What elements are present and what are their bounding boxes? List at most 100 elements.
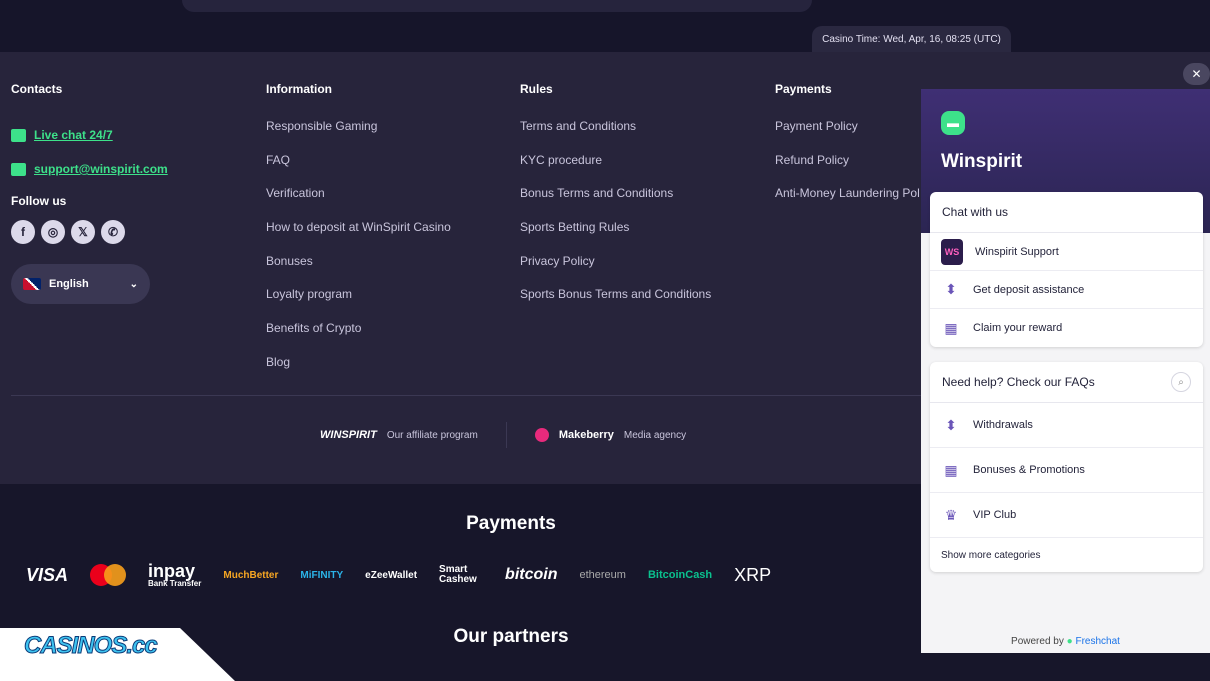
rules-link[interactable]: Sports Bonus Terms and Conditions	[520, 286, 711, 320]
bitcoin-logo: bitcoin	[505, 566, 558, 583]
chat-icon	[11, 128, 26, 142]
mifinity-logo: MiFINITY	[300, 569, 344, 581]
contacts-title: Contacts	[11, 82, 63, 96]
chat-with-us-heading: Chat with us	[930, 192, 1203, 233]
chat-widget: ▬ Winspirit Chat with us WS Winspirit Su…	[921, 89, 1210, 653]
close-chat-button[interactable]: ✕	[1183, 63, 1210, 85]
language-label: English	[49, 278, 89, 290]
chat-with-us-card: Chat with us WS Winspirit Support ⬍ Get …	[930, 192, 1203, 347]
facebook-icon[interactable]: f	[11, 220, 35, 244]
info-link[interactable]: Bonuses	[266, 253, 451, 287]
rules-link[interactable]: KYC procedure	[520, 152, 711, 186]
muchbetter-logo: MuchBetter	[223, 569, 279, 581]
inpay-text: inpay	[148, 561, 196, 581]
live-chat-text[interactable]: Live chat 24/7	[34, 128, 113, 142]
chat-widget-title: Winspirit	[941, 151, 1023, 172]
search-bar-remnant	[182, 0, 812, 12]
bitcoincash-logo: BitcoinCash	[647, 569, 713, 581]
chat-option-label: Get deposit assistance	[973, 283, 1085, 296]
rules-title: Rules	[520, 82, 553, 96]
smart-cashew-logo: Smart Cashew	[439, 564, 477, 585]
faq-item-label: Bonuses & Promotions	[973, 464, 1085, 476]
contacts-column: Contacts Live chat 24/7 support@winspiri…	[11, 82, 168, 304]
show-more-categories-link[interactable]: Show more categories	[930, 538, 1203, 572]
payment-logos: VISA inpay Bank Transfer MuchBetter MiFI…	[26, 562, 771, 588]
info-link[interactable]: Blog	[266, 354, 451, 388]
follow-us-label: Follow us	[11, 194, 67, 208]
email-text[interactable]: support@winspirit.com	[34, 162, 168, 176]
makeberry-logo[interactable]: Makeberry	[559, 429, 614, 441]
instagram-icon[interactable]: ◎	[41, 220, 65, 244]
ezeewallet-logo: eZeeWallet	[365, 569, 418, 581]
info-link[interactable]: How to deposit at WinSpirit Casino	[266, 219, 451, 253]
payments-link[interactable]: Anti-Money Laundering Pol	[775, 185, 920, 219]
winspirit-avatar: WS	[941, 238, 963, 265]
freshchat-icon: ▬	[941, 111, 965, 135]
visa-logo: VISA	[26, 564, 69, 585]
chat-option-deposit[interactable]: ⬍ Get deposit assistance	[930, 271, 1203, 309]
casino-time: Casino Time: Wed, Apr, 16, 08:25 (UTC)	[812, 26, 1011, 52]
x-icon[interactable]: 𝕏	[71, 220, 95, 244]
rules-link[interactable]: Bonus Terms and Conditions	[520, 185, 711, 219]
casinos-watermark-logo: CASINOS.cc	[24, 632, 159, 660]
freshchat-link[interactable]: Freshchat	[1075, 636, 1119, 647]
gift-icon: ▦	[944, 461, 958, 478]
search-icon[interactable]: ⌕	[1171, 372, 1191, 392]
faq-heading: Need help? Check our FAQs	[942, 375, 1095, 389]
vertical-divider	[505, 422, 507, 448]
payments-link[interactable]: Payment Policy	[775, 118, 920, 152]
deposit-icon: ⬍	[945, 281, 957, 297]
withdrawals-icon: ⬍	[945, 416, 957, 433]
info-link[interactable]: Loyalty program	[266, 286, 451, 320]
info-link[interactable]: FAQ	[266, 152, 451, 186]
mail-icon	[11, 162, 26, 176]
language-select[interactable]: English ⌄	[11, 264, 150, 304]
xrp-logo: XRP	[734, 564, 772, 585]
info-link[interactable]: Benefits of Crypto	[266, 320, 451, 354]
powered-by-label: Powered by	[1011, 636, 1064, 647]
faq-item-vip[interactable]: ♛ VIP Club	[930, 493, 1203, 538]
email-link[interactable]: support@winspirit.com	[11, 152, 168, 186]
chat-option-label: Claim your reward	[973, 322, 1063, 334]
faq-item-label: VIP Club	[973, 509, 1017, 521]
ethereum-logo: ethereum	[579, 569, 626, 581]
rules-column: Rules Terms and Conditions KYC procedure…	[520, 82, 711, 320]
inpay-logo: inpay Bank Transfer	[148, 562, 201, 588]
chat-option-label: Winspirit Support	[975, 245, 1059, 258]
inpay-subtext: Bank Transfer	[148, 579, 202, 588]
information-column: Information Responsible Gaming FAQ Verif…	[266, 82, 451, 388]
faq-item-label: Withdrawals	[973, 419, 1033, 431]
footer-divider	[11, 395, 921, 396]
affiliate-row: WINSPIRIT Our affiliate program Makeberr…	[320, 422, 686, 448]
faq-heading-row: Need help? Check our FAQs ⌕	[930, 362, 1203, 403]
faq-item-bonuses[interactable]: ▦ Bonuses & Promotions	[930, 448, 1203, 493]
winspirit-affiliate-logo[interactable]: WINSPIRIT	[320, 429, 377, 441]
affiliate-text: Our affiliate program	[386, 429, 478, 441]
uk-flag-icon	[23, 278, 41, 290]
mastercard-logo	[90, 564, 127, 586]
gift-icon: ▦	[944, 319, 958, 336]
whatsapp-icon[interactable]: ✆	[101, 220, 125, 244]
freshchat-small-icon: ●	[1066, 636, 1073, 647]
rules-link[interactable]: Sports Betting Rules	[520, 219, 711, 253]
payments-link[interactable]: Refund Policy	[775, 152, 920, 186]
powered-by-footer: Powered by ● Freshchat	[921, 636, 1210, 647]
faq-item-withdrawals[interactable]: ⬍ Withdrawals	[930, 403, 1203, 448]
information-title: Information	[266, 82, 332, 96]
chevron-down-icon: ⌄	[129, 278, 138, 290]
chat-option-reward[interactable]: ▦ Claim your reward	[930, 309, 1203, 347]
faq-card: Need help? Check our FAQs ⌕ ⬍ Withdrawal…	[930, 362, 1203, 572]
makeberry-logo-icon	[534, 428, 549, 442]
social-links: f ◎ 𝕏 ✆	[11, 220, 168, 244]
crown-icon: ♛	[944, 506, 958, 523]
media-agency-text: Media agency	[623, 429, 687, 441]
payments-title: Payments	[775, 82, 832, 96]
rules-link[interactable]: Privacy Policy	[520, 253, 711, 287]
rules-link[interactable]: Terms and Conditions	[520, 118, 711, 152]
live-chat-link[interactable]: Live chat 24/7	[11, 118, 168, 152]
payments-heading: Payments	[466, 513, 556, 534]
chat-option-support[interactable]: WS Winspirit Support	[930, 233, 1203, 271]
payments-column: Payments Payment Policy Refund Policy An…	[775, 82, 920, 219]
info-link[interactable]: Responsible Gaming	[266, 118, 451, 152]
info-link[interactable]: Verification	[266, 185, 451, 219]
